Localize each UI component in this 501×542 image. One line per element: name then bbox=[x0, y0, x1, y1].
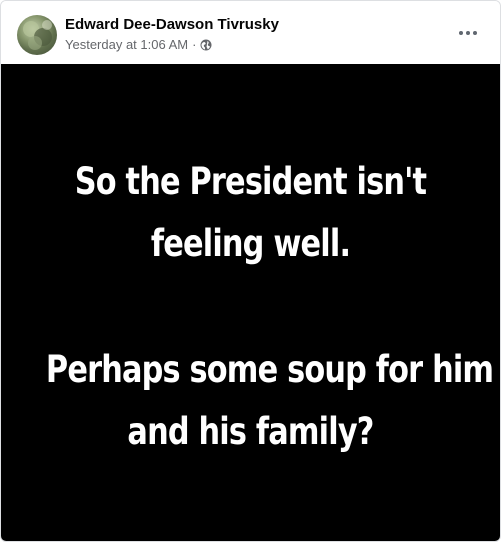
image-text-line: So the President isn't bbox=[74, 160, 427, 203]
author-name[interactable]: Edward Dee-Dawson Tivrusky bbox=[65, 16, 279, 33]
more-options-icon bbox=[459, 31, 463, 35]
meta-separator: · bbox=[192, 37, 197, 52]
globe-icon[interactable] bbox=[200, 39, 212, 51]
image-text-line: Perhaps some soup for him bbox=[45, 348, 494, 391]
more-options-button[interactable] bbox=[452, 19, 484, 47]
image-text-line: feeling well. bbox=[150, 222, 351, 265]
post-image[interactable]: So the President isn't feeling well. Per… bbox=[1, 64, 500, 541]
image-text-line: and his family? bbox=[127, 410, 374, 453]
avatar-image bbox=[23, 20, 52, 50]
author-avatar[interactable] bbox=[17, 15, 57, 55]
facebook-post: Edward Dee-Dawson Tivrusky Yesterday at … bbox=[0, 0, 501, 542]
more-options-dot bbox=[473, 31, 477, 35]
post-timestamp[interactable]: Yesterday at 1:06 AM bbox=[65, 37, 188, 52]
more-options-dot bbox=[466, 31, 470, 35]
post-meta: Yesterday at 1:06 AM · bbox=[65, 37, 212, 52]
post-header: Edward Dee-Dawson Tivrusky Yesterday at … bbox=[1, 1, 500, 63]
